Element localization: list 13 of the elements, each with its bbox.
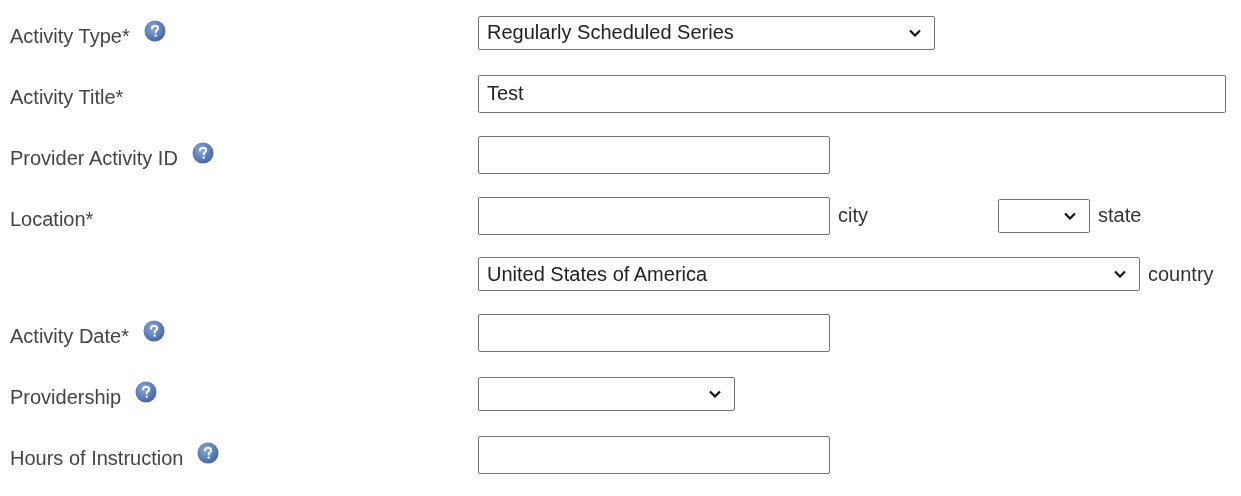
field-label: Hours of Instruction — [10, 447, 184, 470]
field-label: Activity Title* — [10, 86, 124, 109]
dropdown[interactable]: Regularly Scheduled Series — [478, 15, 935, 50]
dropdown[interactable]: United States of America — [478, 257, 1140, 291]
field-label: Providership — [10, 386, 122, 409]
field-label: Location* — [10, 208, 94, 231]
field-label: Activity Type* — [10, 25, 130, 48]
text-field[interactable]: Test — [478, 74, 1226, 113]
field-caption: city — [838, 204, 868, 227]
field-label: Provider Activity ID — [10, 147, 178, 170]
field-label: Activity Date* — [10, 325, 129, 348]
field-caption: country — [1148, 262, 1214, 286]
field-caption: state — [1098, 204, 1142, 227]
